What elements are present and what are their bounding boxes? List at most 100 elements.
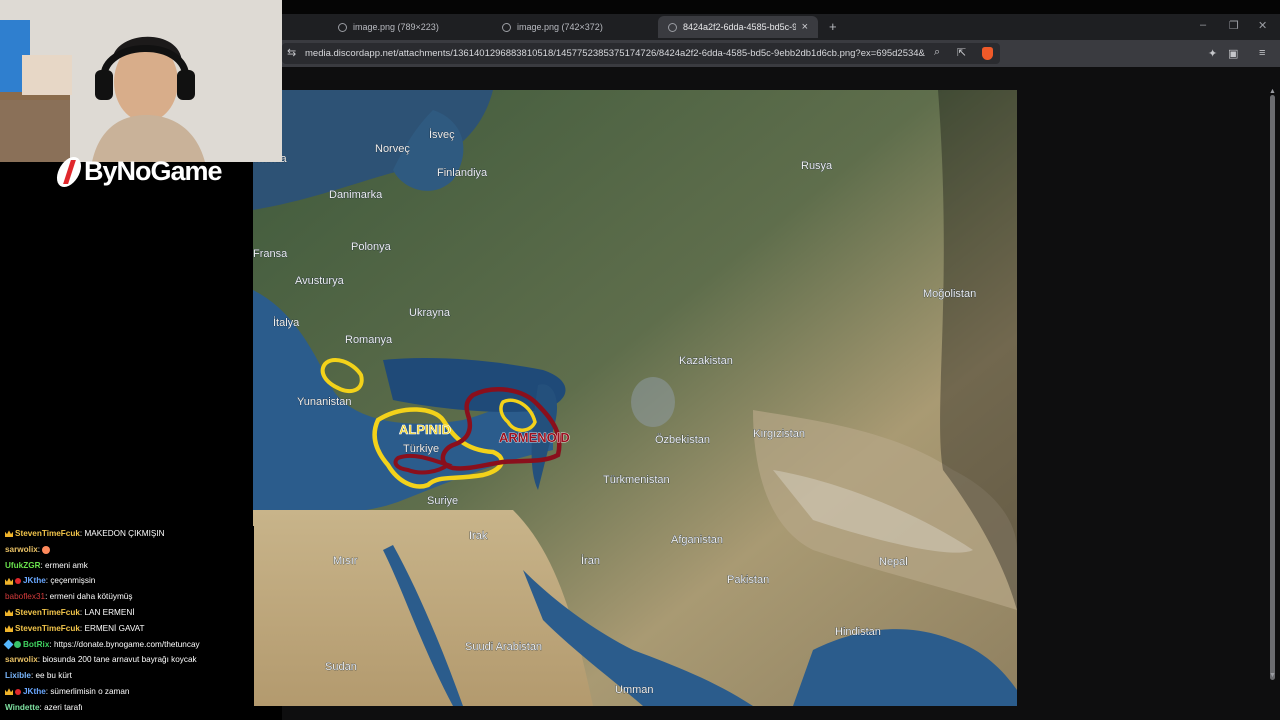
chat-username[interactable]: BotRix <box>23 640 49 649</box>
armenoid-annotation: ARMENOID <box>499 430 570 445</box>
chat-text: LAN ERMENİ <box>84 607 135 617</box>
tab-active-image[interactable]: 8424a2f2-6dda-4585-bd5c-9eb × <box>658 16 818 38</box>
maximize-button[interactable]: ❐ <box>1229 19 1239 32</box>
map-label-mogolistan: Moğolistan <box>923 288 976 300</box>
globe-icon <box>338 22 347 32</box>
logo-text: ByNoGame <box>84 156 223 186</box>
chat-message: sarwolix: biosunda 200 tane arnavut bayr… <box>5 655 197 665</box>
chat-username[interactable]: Lixible <box>5 671 31 680</box>
map-label-finlandiya: Finlandiya <box>437 167 488 179</box>
chat-message: StevenTimeFcuk: ERMENİ GAVAT <box>0 621 254 637</box>
chat-username[interactable]: StevenTimeFcuk <box>15 529 80 538</box>
tab-label: image.png (789×223) <box>353 22 439 32</box>
globe-icon <box>502 22 511 32</box>
share-icon[interactable]: ⇱ <box>957 46 966 59</box>
tab-image-1[interactable]: image.png (789×223) <box>328 16 486 38</box>
map-label-kirgizistan: Kırgızistan <box>753 428 805 440</box>
chat-username[interactable]: Windette <box>5 703 40 712</box>
chat-username[interactable]: StevenTimeFcuk <box>15 608 80 617</box>
map-label-kazakistan: Kazakistan <box>679 355 733 367</box>
address-bar[interactable]: ⇆ media.discordapp.net/attachments/13614… <box>282 43 1000 64</box>
crown-icon <box>5 577 13 585</box>
chat-text: azeri tarafı <box>44 702 83 712</box>
map-label-isvec: İsveç <box>429 128 455 141</box>
map-label-misir: Mısır <box>333 555 358 567</box>
chat-message: sarwolix: <box>0 542 254 558</box>
tab-bar: image.png (789×223) image.png (742×372) … <box>282 14 1280 40</box>
chat-username[interactable]: UfukZGR <box>5 561 40 570</box>
alpinid-annotation: ALPINID <box>399 422 451 437</box>
webcam-overlay <box>0 0 282 162</box>
chat-message: Lixible: ee bu kürt <box>5 671 72 681</box>
chat-message: UfukZGR: ermeni amk <box>5 560 88 570</box>
chat-message: JKthe: çeçenmişsin <box>0 573 254 589</box>
navigation-bar: ⇆ media.discordapp.net/attachments/13614… <box>282 40 1280 67</box>
chat-link[interactable]: https://donate.bynogame.com/thetuncay <box>54 640 200 649</box>
chat-text: ermeni amk <box>45 560 88 570</box>
map-label-danimarka: Danimarka <box>329 189 383 201</box>
new-tab-button[interactable]: + <box>829 19 837 34</box>
chat-text: ERMENİ GAVAT <box>84 623 145 633</box>
map-label-suudi-arabistan: Suudi Arabistan <box>465 641 542 653</box>
tab-label: image.png (742×372) <box>517 22 603 32</box>
map-label-ukrayna: Ukrayna <box>409 307 451 319</box>
map-label-polonya: Polonya <box>351 241 392 253</box>
map-label-umman: Umman <box>615 684 654 696</box>
map-label-hindistan: Hindistan <box>835 626 881 638</box>
map-label-turkiye: Türkiye <box>403 443 439 455</box>
chat-text: çeçenmişsin <box>50 576 96 586</box>
close-tab-icon[interactable]: × <box>802 21 808 33</box>
scroll-up-icon[interactable]: ▲ <box>1269 88 1276 95</box>
map-label-rusya: Rusya <box>801 160 833 172</box>
brave-shield-icon[interactable] <box>982 47 993 60</box>
chat-username[interactable]: JKthe <box>23 687 46 696</box>
crown-icon <box>5 530 13 538</box>
chat-username[interactable]: sarwolix <box>5 655 38 664</box>
scroll-down-icon[interactable]: ▼ <box>1269 672 1276 679</box>
subscriber-badge-icon <box>15 578 21 585</box>
map-label-romanya: Romanya <box>345 334 393 346</box>
tab-label: 8424a2f2-6dda-4585-bd5c-9eb <box>683 22 796 32</box>
minimize-button[interactable]: – <box>1200 19 1206 31</box>
bot-badge-icon <box>3 639 14 650</box>
map-label-fransa: Fransa <box>253 248 288 260</box>
chat-message: JKthe: sümerlimisin o zaman <box>0 684 254 700</box>
verified-badge-icon <box>14 640 21 648</box>
map-label-yunanistan: Yunanistan <box>297 396 351 408</box>
wallet-icon[interactable]: ▣ <box>1228 47 1238 60</box>
crown-icon <box>5 688 13 696</box>
tab-image-2[interactable]: image.png (742×372) <box>492 16 650 38</box>
chat-username[interactable]: sarwolix <box>5 545 38 554</box>
chat-username[interactable]: baboflex31 <box>5 592 45 601</box>
chat-text: ee bu kürt <box>35 671 72 681</box>
chat-username[interactable]: StevenTimeFcuk <box>15 624 80 633</box>
chat-text: ermeni daha kötüymüş <box>49 592 133 602</box>
map-label-nepal: Nepal <box>879 556 908 568</box>
extensions-icon[interactable]: ✦ <box>1208 47 1217 60</box>
chat-text: MAKEDON ÇIKMIŞIN <box>84 529 165 538</box>
site-settings-icon[interactable]: ⇆ <box>287 46 296 59</box>
map-label-turkmenistan: Türkmenistan <box>603 474 670 486</box>
map-label-sudan: Sudan <box>325 661 357 673</box>
chat-message: baboflex31: ermeni daha kötüymüş <box>5 592 133 602</box>
url-text[interactable]: media.discordapp.net/attachments/1361401… <box>305 48 925 59</box>
map-image: ALPINID ARMENOID İrlanda İsveç Norveç Da… <box>253 90 1017 706</box>
globe-icon <box>668 22 677 32</box>
crown-icon <box>5 625 13 633</box>
chat-text: sümerlimisin o zaman <box>50 686 130 696</box>
chat-message: StevenTimeFcuk: LAN ERMENİ <box>0 605 254 621</box>
map-label-ozbekistan: Özbekistan <box>655 434 710 446</box>
map-label-iran: İran <box>581 554 600 567</box>
crown-icon <box>5 609 13 617</box>
title-strip <box>282 0 1280 14</box>
chat-username[interactable]: JKthe <box>23 576 46 585</box>
close-window-button[interactable]: ✕ <box>1258 19 1267 32</box>
chat-message: Windette: azeri tarafı <box>5 702 83 712</box>
map-label-pakistan: Pakistan <box>727 574 769 586</box>
scrollbar[interactable] <box>1270 95 1275 680</box>
bynogame-logo: ByNoGame <box>53 156 223 187</box>
chat-text: biosunda 200 tane arnavut bayrağı koycak <box>42 655 197 665</box>
zoom-icon[interactable]: ⌕ <box>934 46 940 59</box>
stream-chat: StevenTimeFcuk: MAKEDON ÇIKMIŞIN sarwoli… <box>0 526 254 720</box>
menu-icon[interactable]: ≡ <box>1259 47 1265 59</box>
